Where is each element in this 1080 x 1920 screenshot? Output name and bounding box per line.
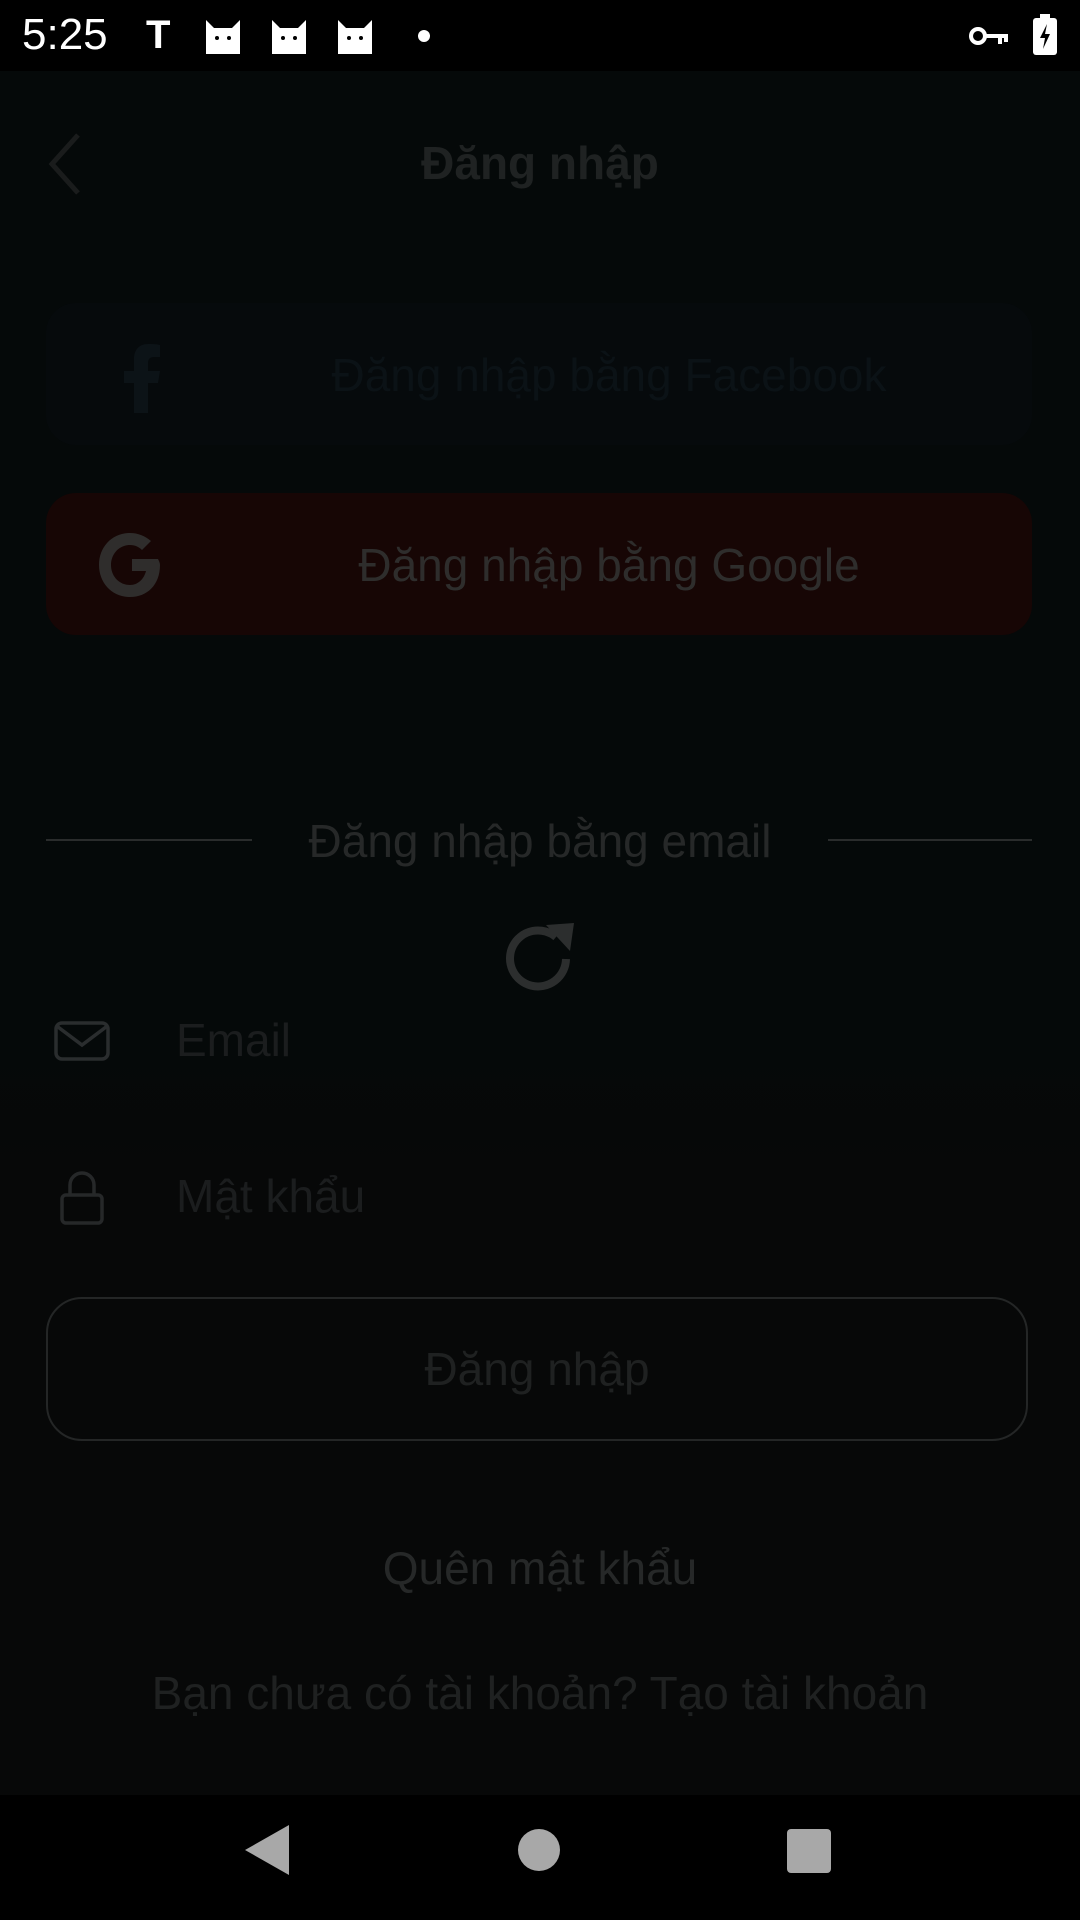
page-title: Đăng nhập (421, 137, 659, 189)
divider-right (828, 839, 1032, 841)
facebook-icon (124, 344, 160, 413)
status-bar: 5:25 T (0, 0, 1080, 71)
google-login-button[interactable]: Đăng nhập bằng Google (46, 493, 1032, 635)
email-section-label: Đăng nhập bằng email (308, 815, 772, 867)
login-button-label: Đăng nhập (424, 1343, 650, 1395)
forgot-password-link[interactable]: Quên mật khẩu (0, 1538, 1080, 1598)
battery-charging-icon (1033, 14, 1057, 55)
email-input[interactable] (176, 1007, 976, 1073)
register-link[interactable]: Bạn chưa có tài khoản? Tạo tài khoản (0, 1663, 1080, 1723)
lock-icon (60, 1171, 104, 1225)
cat-icon (206, 20, 240, 54)
mail-icon (54, 1021, 110, 1061)
navigation-bar (0, 1795, 1080, 1920)
google-login-label: Đăng nhập bằng Google (358, 539, 860, 591)
vpn-key-icon (969, 27, 1008, 45)
password-field (46, 1147, 1032, 1247)
cat-icon (272, 20, 306, 54)
nav-recents-icon[interactable] (787, 1829, 831, 1873)
dot-icon (418, 30, 430, 42)
facebook-login-button[interactable]: Đăng nhập bằng Facebook (46, 303, 1032, 445)
status-time: 5:25 (22, 10, 108, 59)
password-input[interactable] (176, 1163, 976, 1229)
google-icon (99, 533, 160, 597)
cat-icon (338, 20, 372, 54)
facebook-login-label: Đăng nhập bằng Facebook (331, 349, 887, 401)
login-screen: Đăng nhập Đăng nhập bằng Facebook Đăng n… (0, 71, 1080, 1795)
refresh-icon (506, 923, 574, 991)
login-button[interactable]: Đăng nhập (46, 1297, 1028, 1441)
nav-home-icon[interactable] (518, 1829, 560, 1871)
email-field (46, 991, 1032, 1091)
nav-back-icon[interactable] (243, 1823, 291, 1877)
notification-t-icon: T (146, 13, 171, 57)
